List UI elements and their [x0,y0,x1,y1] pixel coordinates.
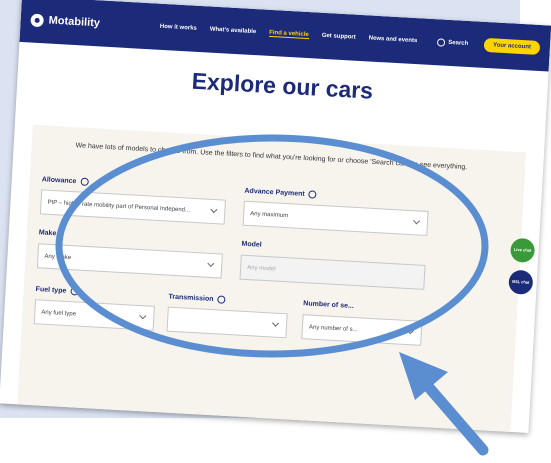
annotation-overlay [55,134,489,456]
pointer-arrow-icon [399,352,489,456]
highlight-ellipse [55,134,489,358]
